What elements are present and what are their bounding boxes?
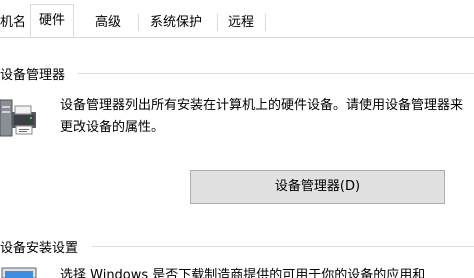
tab-computer-name[interactable]: 机名 xyxy=(0,8,26,37)
tab-divider xyxy=(217,14,218,31)
install-settings-description: 选择 Windows 是否下载制造商提供的可用于你的设备的应用和 xyxy=(60,268,426,278)
group-border-top xyxy=(92,246,474,247)
system-properties-dialog: 机名 硬件 高级 系统保护 远程 设备管理器 设备管理器列出所有安装在计算机上的… xyxy=(0,0,474,278)
tab-divider xyxy=(265,14,266,31)
tab-system-protection[interactable]: 系统保护 xyxy=(150,8,202,37)
tab-hardware[interactable]: 硬件 xyxy=(30,4,75,38)
tab-baseline xyxy=(0,37,474,38)
computer-with-printer-icon xyxy=(0,98,38,142)
tab-divider xyxy=(138,14,139,31)
device-manager-group-title: 设备管理器 xyxy=(0,68,66,83)
group-border-top xyxy=(78,73,474,74)
tab-strip: 机名 硬件 高级 系统保护 远程 xyxy=(0,0,474,38)
tab-advanced[interactable]: 高级 xyxy=(95,8,121,37)
device-manager-button[interactable]: 设备管理器(D) xyxy=(190,170,445,204)
computer-monitor-icon xyxy=(0,262,40,278)
install-settings-group-title: 设备安装设置 xyxy=(0,241,79,256)
tab-remote[interactable]: 远程 xyxy=(228,8,254,37)
device-manager-description: 设备管理器列出所有安装在计算机上的硬件设备。请使用设备管理器来更改设备的属性。 xyxy=(60,98,464,135)
